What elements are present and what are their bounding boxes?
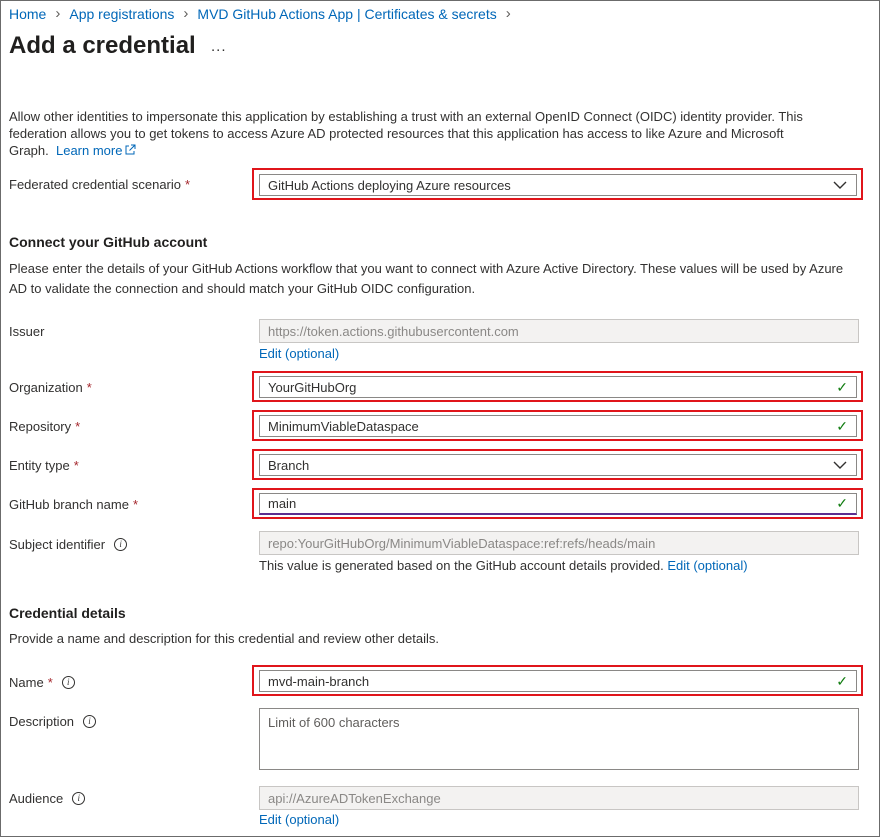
intro-text: Allow other identities to impersonate th…	[9, 109, 803, 158]
checkmark-icon: ✓	[836, 672, 848, 689]
scenario-dropdown[interactable]: GitHub Actions deploying Azure resources	[259, 174, 857, 196]
info-icon[interactable]: i	[114, 538, 128, 551]
breadcrumb-certificates-secrets[interactable]: MVD GitHub Actions App | Certificates & …	[197, 6, 496, 22]
chevron-down-icon	[833, 461, 847, 469]
audience-field: api://AzureADTokenExchange	[259, 786, 859, 810]
info-icon[interactable]: i	[83, 715, 97, 728]
subject-edit-link[interactable]: Edit (optional)	[667, 558, 747, 573]
subject-identifier-label: Subject identifier i	[9, 537, 128, 552]
learn-more-link[interactable]: Learn more	[56, 143, 136, 158]
github-section-description: Please enter the details of your GitHub …	[9, 261, 844, 296]
name-input[interactable]: mvd-main-branch ✓	[259, 670, 857, 692]
branch-name-input[interactable]: main ✓	[259, 493, 857, 515]
organization-input[interactable]: YourGitHubOrg ✓	[259, 376, 857, 398]
github-section-heading: Connect your GitHub account	[9, 234, 208, 250]
repository-input[interactable]: MinimumViableDataspace ✓	[259, 415, 857, 437]
organization-label: Organization *	[9, 380, 92, 395]
name-label: Name * i	[9, 675, 75, 690]
checkmark-icon: ✓	[836, 495, 848, 511]
issuer-label: Issuer	[9, 324, 45, 339]
breadcrumb-home[interactable]: Home	[9, 6, 46, 22]
chevron-down-icon	[833, 181, 847, 189]
breadcrumb: Home › App registrations › MVD GitHub Ac…	[9, 5, 520, 22]
scenario-label: Federated credential scenario *	[9, 177, 191, 192]
credential-details-description: Provide a name and description for this …	[9, 631, 439, 646]
chevron-right-icon: ›	[55, 5, 61, 22]
chevron-right-icon: ›	[505, 5, 511, 22]
audience-edit-link[interactable]: Edit (optional)	[259, 812, 339, 827]
checkmark-icon: ✓	[836, 378, 848, 395]
issuer-field: https://token.actions.githubusercontent.…	[259, 319, 859, 343]
description-textarea[interactable]: Limit of 600 characters	[259, 708, 859, 770]
breadcrumb-app-registrations[interactable]: App registrations	[69, 6, 174, 22]
entity-type-label: Entity type *	[9, 458, 79, 473]
subject-identifier-note: This value is generated based on the Git…	[259, 558, 748, 573]
audience-label: Audience i	[9, 791, 86, 806]
chevron-right-icon: ›	[183, 5, 189, 22]
repository-label: Repository *	[9, 419, 81, 434]
info-icon[interactable]: i	[72, 792, 86, 805]
issuer-edit-link[interactable]: Edit (optional)	[259, 346, 339, 361]
external-link-icon	[125, 144, 136, 155]
info-icon[interactable]: i	[61, 676, 75, 689]
credential-details-heading: Credential details	[9, 605, 126, 621]
checkmark-icon: ✓	[836, 417, 848, 434]
subject-identifier-field: repo:YourGitHubOrg/MinimumViableDataspac…	[259, 531, 859, 555]
branch-name-label: GitHub branch name *	[9, 497, 139, 512]
description-label: Description i	[9, 714, 97, 729]
entity-type-dropdown[interactable]: Branch	[259, 454, 857, 476]
page-title: Add a credential	[9, 32, 196, 59]
more-options-button[interactable]: ...	[211, 38, 227, 55]
